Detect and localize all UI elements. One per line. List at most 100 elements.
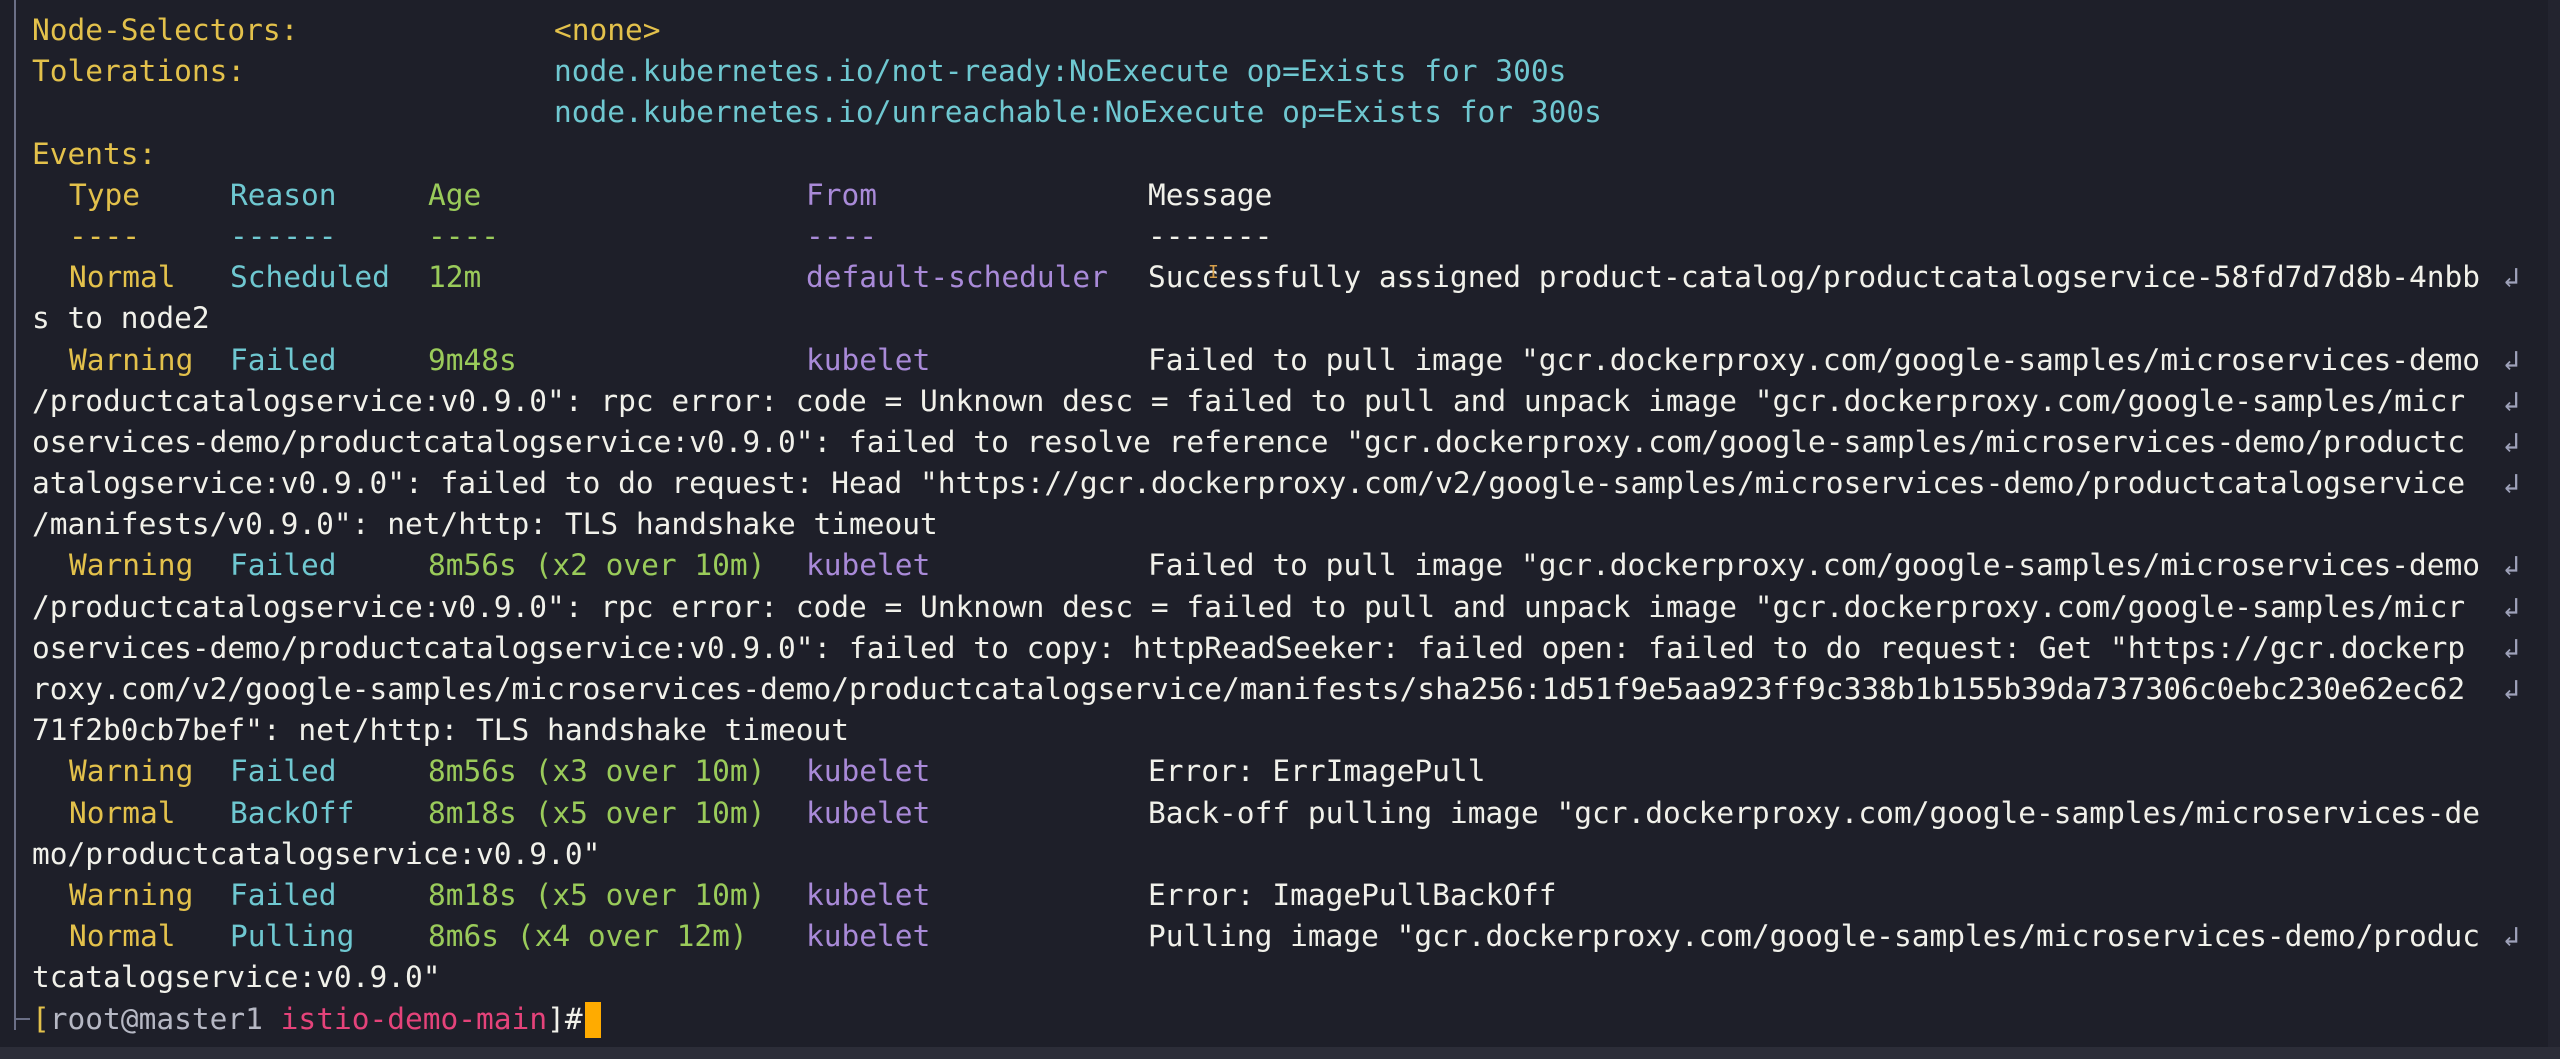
events-line: Events: xyxy=(0,134,2548,175)
line-wrap-icon: ↲ xyxy=(2503,590,2520,624)
column-message: Message xyxy=(1148,177,1273,212)
dash-message: ------- xyxy=(1148,218,1273,253)
line-wrap-icon: ↲ xyxy=(2503,920,2520,954)
toleration-unreachable: node.kubernetes.io/unreachable:NoExecute… xyxy=(554,95,1602,130)
event-message-wrapped: /manifests/v0.9.0": net/http: TLS handsh… xyxy=(32,507,938,542)
event-from: kubelet xyxy=(806,877,931,912)
shell-prompt[interactable]: [root@master1 istio-demo-main]# xyxy=(0,999,2548,1040)
event-message: Back-off pulling image "gcr.dockerproxy.… xyxy=(1148,795,2481,830)
terminal-output[interactable]: Node-Selectors: <none> Tolerations: node… xyxy=(0,10,2548,1040)
event-row-continuation: /productcatalogservice:v0.9.0": rpc erro… xyxy=(0,587,2548,628)
event-type: Warning xyxy=(69,342,194,377)
event-reason: BackOff xyxy=(230,795,355,830)
event-type: Normal xyxy=(69,795,176,830)
event-age: 12m xyxy=(428,260,482,295)
event-from: kubelet xyxy=(806,754,931,789)
mouse-cursor-icon: I xyxy=(1208,262,1219,283)
event-row: Warning Failed 9m48s kubelet Failed to pull … xyxy=(0,340,2548,381)
line-wrap-icon: ↲ xyxy=(2503,384,2520,418)
prompt-open-bracket: [ xyxy=(32,1001,50,1036)
tolerations-line: Tolerations: node.kubernetes.io/not-read… xyxy=(0,51,2548,92)
event-message-wrapped: oservices-demo/productcatalogservice:v0.… xyxy=(32,630,2466,665)
event-type: Normal xyxy=(69,260,176,295)
events-rows: Normal Scheduled 12m default-scheduler Succe… xyxy=(0,257,2548,998)
node-selectors-label: Node-Selectors: xyxy=(32,13,299,47)
event-message: Successfully assigned product-catalog/pr… xyxy=(1148,260,2481,295)
event-row-continuation: atalogservice:v0.9.0": failed to do requ… xyxy=(0,463,2548,504)
event-row: Warning Failed 8m56s (x3 over 10m) kubelet E… xyxy=(0,751,2548,792)
event-message-wrapped: /productcatalogservice:v0.9.0": rpc erro… xyxy=(32,383,2466,418)
event-age: 9m48s xyxy=(428,342,517,377)
line-wrap-icon: ↲ xyxy=(2503,425,2520,459)
event-message-wrapped: tcatalogservice:v0.9.0" xyxy=(32,960,441,995)
tolerations-line-2: node.kubernetes.io/unreachable:NoExecute… xyxy=(0,92,2548,133)
event-message: Failed to pull image "gcr.dockerproxy.co… xyxy=(1148,342,2481,377)
line-wrap-icon: ↲ xyxy=(2503,467,2520,501)
event-row-continuation: /manifests/v0.9.0": net/http: TLS handsh… xyxy=(0,504,2548,545)
event-message: Error: ErrImagePull xyxy=(1148,754,1486,789)
event-row-continuation: mo/productcatalogservice:v0.9.0" xyxy=(0,834,2548,875)
column-reason: Reason xyxy=(230,177,337,212)
dash-type: ---- xyxy=(69,218,141,253)
event-message-wrapped: roxy.com/v2/google-samples/microservices… xyxy=(32,672,2466,706)
event-reason: Pulling xyxy=(230,919,355,954)
event-row-continuation: roxy.com/v2/google-samples/microservices… xyxy=(0,669,2548,710)
event-message-wrapped: 71f2b0cb7bef": net/http: TLS handshake t… xyxy=(32,713,849,748)
event-row-continuation: 71f2b0cb7bef": net/http: TLS handshake t… xyxy=(0,710,2548,751)
event-message-wrapped: atalogservice:v0.9.0": failed to do requ… xyxy=(32,466,2466,501)
events-label: Events: xyxy=(32,136,157,171)
event-message-wrapped: s to node2 xyxy=(32,301,210,336)
event-row-continuation: /productcatalogservice:v0.9.0": rpc erro… xyxy=(0,381,2548,422)
event-message: Error: ImagePullBackOff xyxy=(1148,877,1557,912)
event-reason: Failed xyxy=(230,877,337,912)
column-from: From xyxy=(806,177,878,212)
prompt-user-host: root@master1 xyxy=(49,1001,263,1036)
dash-age: ---- xyxy=(428,218,500,253)
event-type: Warning xyxy=(69,877,194,912)
event-row: Warning Failed 8m56s (x2 over 10m) kubelet F… xyxy=(0,545,2548,586)
event-message-wrapped: mo/productcatalogservice:v0.9.0" xyxy=(32,836,601,871)
column-age: Age xyxy=(428,177,482,212)
event-from: kubelet xyxy=(806,342,931,377)
tolerations-label: Tolerations: xyxy=(32,54,246,89)
column-type: Type xyxy=(69,177,141,212)
prompt-cwd: istio-demo-main xyxy=(280,1001,548,1036)
event-type: Warning xyxy=(69,754,194,789)
line-wrap-icon: ↲ xyxy=(2503,673,2520,706)
dash-from: ---- xyxy=(806,218,878,253)
event-type: Warning xyxy=(69,548,194,583)
node-selectors-line: Node-Selectors: <none> xyxy=(0,10,2548,51)
toleration-not-ready: node.kubernetes.io/not-ready:NoExecute o… xyxy=(554,54,1567,89)
event-from: default-scheduler xyxy=(806,260,1108,295)
event-from: kubelet xyxy=(806,919,931,954)
event-reason: Failed xyxy=(230,754,337,789)
event-age: 8m18s (x5 over 10m) xyxy=(428,795,766,830)
vertical-scrollbar[interactable] xyxy=(2548,0,2560,1047)
prompt: [root@master1 istio-demo-main]# xyxy=(32,999,601,1040)
line-wrap-icon: ↲ xyxy=(2503,343,2520,377)
line-wrap-icon: ↲ xyxy=(2503,549,2520,583)
event-row: Normal BackOff 8m18s (x5 over 10m) kubelet B… xyxy=(0,793,2548,834)
event-message: Pulling image "gcr.dockerproxy.com/googl… xyxy=(1148,919,2481,954)
event-row: Normal Scheduled 12m default-scheduler Succe… xyxy=(0,257,2548,298)
event-age: 8m56s (x2 over 10m) xyxy=(428,548,766,583)
event-type: Normal xyxy=(69,919,176,954)
event-reason: Failed xyxy=(230,548,337,583)
prompt-symbol: ]# xyxy=(547,1001,583,1036)
line-wrap-icon: ↲ xyxy=(2503,631,2520,665)
event-age: 8m56s (x3 over 10m) xyxy=(428,754,766,789)
event-age: 8m6s (x4 over 12m) xyxy=(428,919,748,954)
event-row-continuation: oservices-demo/productcatalogservice:v0.… xyxy=(0,422,2548,463)
event-row-continuation: s to node2 xyxy=(0,298,2548,339)
event-row-continuation: oservices-demo/productcatalogservice:v0.… xyxy=(0,628,2548,669)
line-wrap-icon: ↲ xyxy=(2503,261,2520,295)
event-age: 8m18s (x5 over 10m) xyxy=(428,877,766,912)
event-reason: Scheduled xyxy=(230,260,390,295)
event-row: Warning Failed 8m18s (x5 over 10m) kubelet E… xyxy=(0,875,2548,916)
event-message: Failed to pull image "gcr.dockerproxy.co… xyxy=(1148,548,2481,583)
node-selectors-value: <none> xyxy=(554,13,661,47)
event-row: Normal Pulling 8m6s (x4 over 12m) kubelet Pu… xyxy=(0,916,2548,957)
text-cursor xyxy=(584,1002,601,1038)
event-message-wrapped: oservices-demo/productcatalogservice:v0.… xyxy=(32,424,2466,459)
dash-reason: ------ xyxy=(230,218,337,253)
